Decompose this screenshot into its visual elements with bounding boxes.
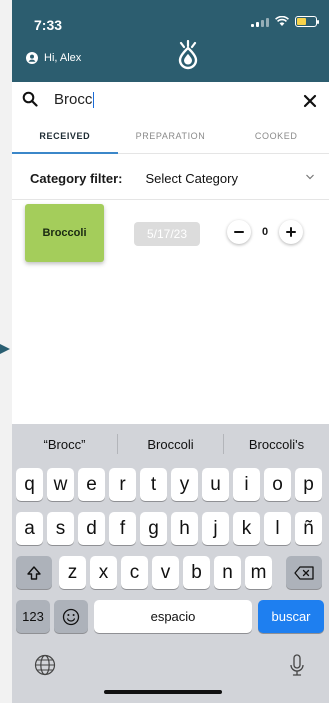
key-s[interactable]: s [47,512,74,545]
suggestion-item[interactable]: “Brocc” [12,437,117,452]
key-k[interactable]: k [233,512,260,545]
key-q[interactable]: q [16,468,43,501]
key-n-tilde[interactable]: ñ [295,512,322,545]
key-j[interactable]: j [202,512,229,545]
backspace-key[interactable] [286,556,322,589]
user-greeting[interactable]: Hi, Alex [26,52,81,64]
tab-cooked[interactable]: COOKED [223,118,329,153]
quantity-value: 0 [261,226,269,238]
stage-tabs: RECEIVED PREPARATION COOKED [12,118,329,154]
key-i[interactable]: i [233,468,260,501]
key-m[interactable]: m [245,556,272,589]
emoji-icon [62,608,80,625]
key-v[interactable]: v [152,556,179,589]
key-y[interactable]: y [171,468,198,501]
user-account-icon [26,52,38,64]
suggestion-item[interactable]: Broccoli's [224,437,329,452]
key-a[interactable]: a [16,512,43,545]
wifi-icon [275,16,289,26]
numbers-key[interactable]: 123 [16,600,50,633]
cellular-signal-icon [251,17,269,27]
key-f[interactable]: f [109,512,136,545]
status-icons [251,16,319,27]
home-indicator[interactable] [104,690,222,694]
key-w[interactable]: w [47,468,74,501]
clear-search-button[interactable] [303,88,317,114]
key-z[interactable]: z [59,556,86,589]
greeting-text: Hi, Alex [44,52,82,64]
suggestion-bar: “Brocc” Broccoli Broccoli's [12,424,329,464]
search-submit-key[interactable]: buscar [258,600,324,633]
category-select[interactable]: Select Category [145,171,238,186]
plus-icon [286,227,296,237]
search-icon [22,91,38,107]
globe-icon [34,654,56,676]
dictation-button[interactable] [289,654,305,683]
app-screen: 7:33 Hi, Alex Brocc RECEIVED PREPARATION… [12,0,329,703]
status-time: 7:33 [34,17,63,33]
search-input[interactable]: Brocc [54,91,95,109]
text-cursor [93,92,95,109]
key-p[interactable]: p [295,468,322,501]
key-x[interactable]: x [90,556,117,589]
shift-key[interactable] [16,556,52,589]
tab-received[interactable]: RECEIVED [12,118,118,154]
tab-preparation[interactable]: PREPARATION [118,118,224,153]
key-o[interactable]: o [264,468,291,501]
key-g[interactable]: g [140,512,167,545]
decrement-button[interactable] [227,220,251,244]
key-d[interactable]: d [78,512,105,545]
language-globe-button[interactable] [34,654,56,681]
key-l[interactable]: l [264,512,291,545]
key-b[interactable]: b [183,556,210,589]
suggestion-item[interactable]: Broccoli [118,437,223,452]
key-n[interactable]: n [214,556,241,589]
battery-icon [295,16,319,27]
onscreen-keyboard: “Brocc” Broccoli Broccoli's q w e r t y … [12,424,329,703]
search-bar[interactable]: Brocc [12,82,329,118]
key-e[interactable]: e [78,468,105,501]
backspace-icon [294,565,314,580]
category-filter: Category filter: Select Category [12,158,329,200]
shift-icon [27,565,41,580]
chevron-down-icon[interactable] [305,173,315,181]
key-h[interactable]: h [171,512,198,545]
microphone-icon [290,654,304,676]
close-icon [303,94,317,108]
quantity-stepper: 0 [227,220,303,244]
side-pointer-icon [0,344,10,354]
item-date[interactable]: 5/17/23 [134,222,200,246]
increment-button[interactable] [279,220,303,244]
minus-icon [234,231,244,233]
key-u[interactable]: u [202,468,229,501]
key-r[interactable]: r [109,468,136,501]
category-filter-label: Category filter: [30,171,123,186]
app-header: 7:33 Hi, Alex [12,0,329,82]
search-query-text: Brocc [54,91,93,108]
emoji-key[interactable] [54,600,88,633]
app-logo-icon [178,40,198,70]
key-c[interactable]: c [121,556,148,589]
key-t[interactable]: t [140,468,167,501]
item-card-broccoli[interactable]: Broccoli [25,204,104,262]
space-key[interactable]: espacio [94,600,252,633]
